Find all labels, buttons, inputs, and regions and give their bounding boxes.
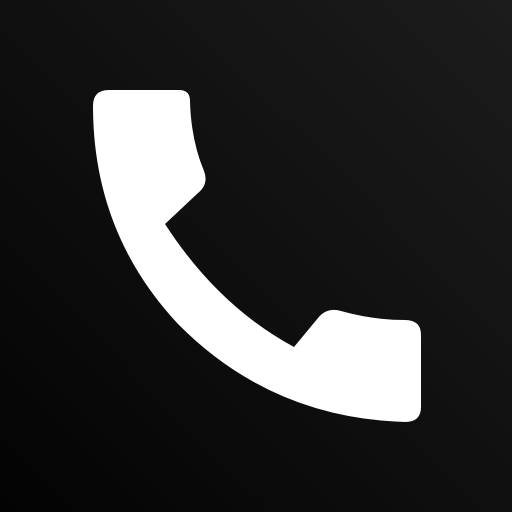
phone-app-icon[interactable] (0, 0, 512, 512)
phone-handset-icon (93, 90, 421, 422)
